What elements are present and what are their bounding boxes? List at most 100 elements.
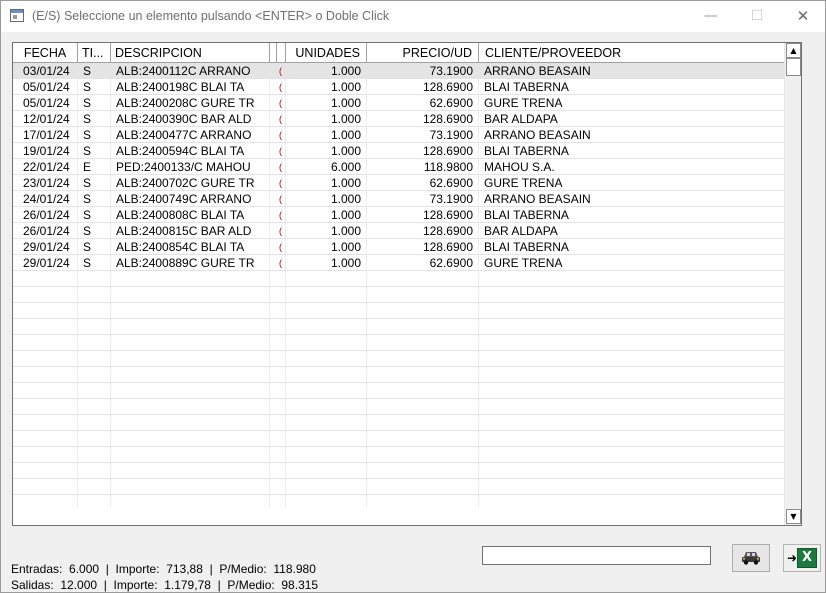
cell-cliente: BLAI TABERNA <box>484 208 569 222</box>
cell-unidades: 1.000 <box>330 256 361 270</box>
cell-precio: 128.6900 <box>422 240 473 254</box>
cell-cliente: BLAI TABERNA <box>484 240 569 254</box>
maximize-button[interactable]: ☐ <box>734 1 780 32</box>
window-title: (E/S) Seleccione un elemento pulsando <E… <box>32 9 390 23</box>
cell-fecha: 03/01/24 <box>23 64 70 78</box>
export-excel-button[interactable]: ➜ X <box>783 544 821 572</box>
table-row[interactable]: 05/01/24 S ALB:2400198C BLAI TA (1.000 128.6… <box>13 79 784 95</box>
cell-tipo: S <box>83 96 92 110</box>
cell-descripcion: ALB:2400702C GURE TR <box>116 176 255 190</box>
cell-cliente: GURE TRENA <box>484 176 563 190</box>
empty-row <box>13 463 784 479</box>
table-row[interactable]: 05/01/24 S ALB:2400208C GURE TR (1.000 62.69… <box>13 95 784 111</box>
cell-extra: ( <box>279 226 282 236</box>
cell-unidades: 1.000 <box>330 96 361 110</box>
cell-tipo: S <box>83 80 92 94</box>
cell-cliente: BLAI TABERNA <box>484 80 569 94</box>
column-header-tipo[interactable]: TI... <box>78 43 111 63</box>
cell-precio: 62.6900 <box>429 96 473 110</box>
minimize-button[interactable]: — <box>688 1 734 32</box>
cell-precio: 128.6900 <box>422 80 473 94</box>
cell-fecha: 17/01/24 <box>23 128 70 142</box>
cell-cliente: BLAI TABERNA <box>484 144 569 158</box>
table-row[interactable]: 03/01/24 S ALB:2400112C ARRANO (1.000 73.190… <box>13 63 784 79</box>
table-row[interactable]: 29/01/24 S ALB:2400854C BLAI TA (1.000 128.6… <box>13 239 784 255</box>
arrow-right-icon: ➜ <box>787 551 798 565</box>
cell-unidades: 1.000 <box>330 224 361 238</box>
column-header-descripcion[interactable]: DESCRIPCION <box>111 43 270 63</box>
cell-tipo: S <box>83 256 92 270</box>
table-row[interactable]: 19/01/24 S ALB:2400594C BLAI TA (1.000 128.6… <box>13 143 784 159</box>
table-row[interactable]: 17/01/24 S ALB:2400477C ARRANO (1.000 73.190… <box>13 127 784 143</box>
cell-descripcion: ALB:2400112C ARRANO <box>116 64 251 78</box>
empty-row <box>13 271 784 287</box>
cell-extra: ( <box>279 162 282 172</box>
movements-grid[interactable]: FECHA TI... DESCRIPCION UNIDADES PRECIO/… <box>12 42 802 526</box>
cell-unidades: 1.000 <box>330 64 361 78</box>
empty-row <box>13 447 784 463</box>
empty-row <box>13 431 784 447</box>
cell-tipo: S <box>83 128 92 142</box>
empty-row <box>13 399 784 415</box>
cell-precio: 128.6900 <box>422 144 473 158</box>
empty-row <box>13 367 784 383</box>
table-row[interactable]: 23/01/24 S ALB:2400702C GURE TR (1.000 62.69… <box>13 175 784 191</box>
column-header-unidades[interactable]: UNIDADES <box>286 43 367 63</box>
cell-cliente: ARRANO BEASAIN <box>484 64 591 78</box>
cell-cliente: ARRANO BEASAIN <box>484 128 591 142</box>
cell-fecha: 26/01/24 <box>23 224 70 238</box>
cell-tipo: E <box>83 160 92 174</box>
cell-tipo: S <box>83 192 92 206</box>
cell-precio: 128.6900 <box>422 224 473 238</box>
empty-row <box>13 383 784 399</box>
scroll-thumb[interactable] <box>786 58 801 76</box>
empty-row <box>13 351 784 367</box>
table-row[interactable]: 26/01/24 S ALB:2400808C BLAI TA (1.000 128.6… <box>13 207 784 223</box>
cell-unidades: 1.000 <box>330 208 361 222</box>
cell-cliente: ARRANO BEASAIN <box>484 192 591 206</box>
cell-cliente: BAR ALDAPA <box>484 224 558 238</box>
cell-cliente: GURE TRENA <box>484 256 563 270</box>
cell-tipo: S <box>83 144 92 158</box>
cell-cliente: BAR ALDAPA <box>484 112 558 126</box>
close-button[interactable]: ✕ <box>780 1 826 32</box>
column-header-cliente[interactable]: CLIENTE/PROVEEDOR <box>479 43 784 63</box>
cell-extra: ( <box>279 114 282 124</box>
cell-fecha: 24/01/24 <box>23 192 70 206</box>
cell-precio: 118.9800 <box>423 160 473 174</box>
cell-descripcion: ALB:2400594C BLAI TA <box>116 144 245 158</box>
car-icon <box>742 552 760 565</box>
column-header-precio[interactable]: PRECIO/UD <box>367 43 479 63</box>
table-row[interactable]: 24/01/24 S ALB:2400749C ARRANO (1.000 73.190… <box>13 191 784 207</box>
cell-unidades: 1.000 <box>330 192 361 206</box>
column-header-extra-1[interactable] <box>270 43 277 63</box>
table-row[interactable]: 22/01/24 E PED:2400133/C MAHOU (6.000 118.98… <box>13 159 784 175</box>
table-row[interactable]: 29/01/24 S ALB:2400889C GURE TR (1.000 62.69… <box>13 255 784 271</box>
cell-fecha: 29/01/24 <box>23 256 70 270</box>
scroll-down-button[interactable]: ▼ <box>786 509 801 524</box>
cell-cliente: GURE TRENA <box>484 96 563 110</box>
cell-precio: 128.6900 <box>422 208 473 222</box>
vehicle-button[interactable] <box>732 544 770 572</box>
cell-unidades: 1.000 <box>330 128 361 142</box>
table-row[interactable]: 12/01/24 S ALB:2400390C BAR ALD (1.000 128.6… <box>13 111 784 127</box>
cell-unidades: 6.000 <box>330 160 361 174</box>
cell-unidades: 1.000 <box>330 144 361 158</box>
column-header-extra-2[interactable] <box>277 43 286 63</box>
search-input[interactable] <box>482 546 711 565</box>
column-header-fecha[interactable]: FECHA <box>13 43 78 63</box>
table-row[interactable]: 26/01/24 S ALB:2400815C BAR ALD (1.000 128.6… <box>13 223 784 239</box>
cell-precio: 73.1900 <box>429 192 473 206</box>
scroll-up-button[interactable]: ▲ <box>786 43 801 58</box>
cell-fecha: 05/01/24 <box>23 96 70 110</box>
empty-row <box>13 319 784 335</box>
cell-cliente: MAHOU S.A. <box>484 160 555 174</box>
cell-fecha: 26/01/24 <box>23 208 70 222</box>
cell-extra: ( <box>279 242 282 252</box>
vertical-scrollbar[interactable]: ▲ ▼ <box>784 43 801 525</box>
cell-fecha: 23/01/24 <box>23 176 70 190</box>
cell-precio: 73.1900 <box>429 64 473 78</box>
cell-tipo: S <box>83 208 92 222</box>
cell-extra: ( <box>279 210 282 220</box>
empty-row <box>13 479 784 495</box>
